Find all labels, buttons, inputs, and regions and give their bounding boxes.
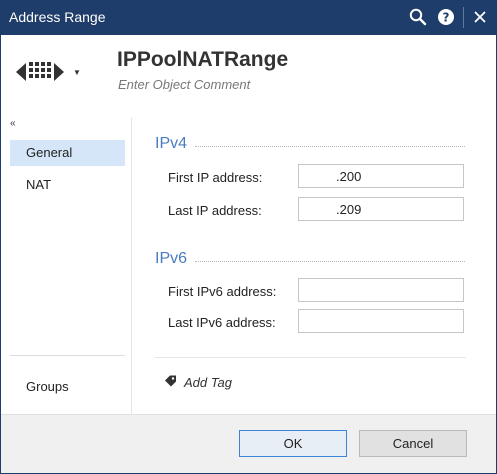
sidebar-item-general[interactable]: General: [10, 140, 125, 166]
collapse-sidebar-icon[interactable]: «: [10, 118, 15, 129]
sidebar-border: [131, 118, 132, 414]
sidebar-item-groups[interactable]: Groups: [10, 374, 125, 400]
add-tag-label: Add Tag: [184, 374, 232, 390]
svg-text:?: ?: [443, 11, 450, 25]
last-ipv6-input[interactable]: [298, 309, 464, 333]
first-ip-input[interactable]: [298, 164, 464, 188]
titlebar-separator: [463, 7, 464, 28]
add-tag-link[interactable]: Add Tag: [164, 374, 232, 390]
ipv6-section-title: IPv6: [155, 250, 188, 267]
title-bar: Address Range ?: [0, 0, 497, 35]
cancel-button[interactable]: Cancel: [359, 430, 467, 457]
ok-button[interactable]: OK: [239, 430, 347, 457]
tag-icon: [164, 374, 177, 390]
ipv4-divider: [195, 146, 465, 147]
object-name[interactable]: IPPoolNATRange: [117, 48, 288, 72]
sidebar-item-nat[interactable]: NAT: [10, 172, 125, 198]
search-icon[interactable]: [406, 5, 430, 29]
first-ip-label: First IP address:: [168, 170, 263, 185]
sidebar-divider: [10, 355, 125, 356]
ipv6-divider: [195, 261, 465, 262]
first-ipv6-input[interactable]: [298, 278, 464, 302]
first-ipv6-label: First IPv6 address:: [168, 284, 277, 299]
last-ip-label: Last IP address:: [168, 203, 262, 218]
tags-divider: [155, 357, 466, 358]
chevron-down-icon[interactable]: ▼: [73, 68, 81, 77]
last-ipv6-label: Last IPv6 address:: [168, 315, 276, 330]
window-title: Address Range: [9, 9, 106, 25]
last-ip-input[interactable]: [298, 197, 464, 221]
close-icon[interactable]: [468, 5, 492, 29]
object-comment-field[interactable]: Enter Object Comment: [118, 77, 250, 92]
ipv4-section-title: IPv4: [155, 135, 188, 152]
address-range-icon[interactable]: [14, 58, 70, 91]
help-icon[interactable]: ?: [434, 5, 458, 29]
